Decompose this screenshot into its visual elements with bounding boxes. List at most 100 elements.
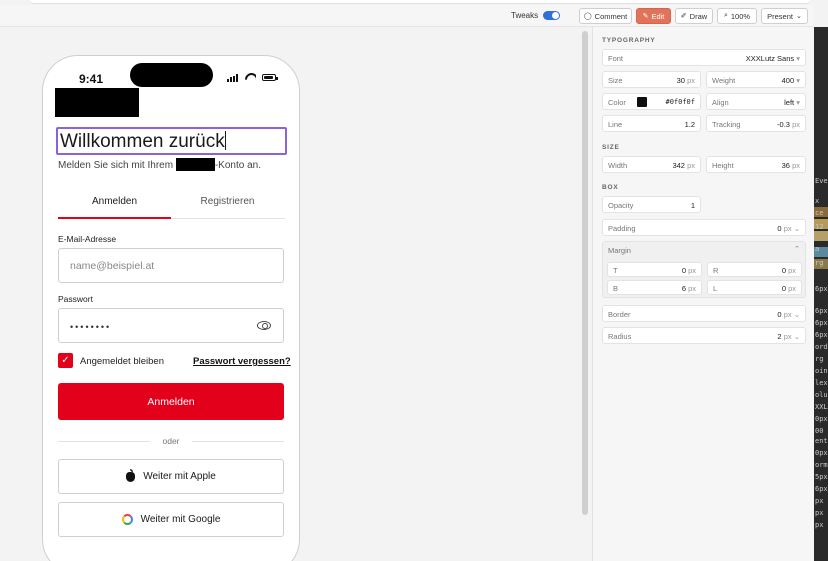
or-divider: oder <box>58 436 284 446</box>
signal-icon <box>227 74 238 82</box>
margin-right-unit: px <box>788 266 796 275</box>
align-label: Align <box>712 98 729 107</box>
edit-button[interactable]: ✎ Edit <box>636 8 671 24</box>
devtools-text-line: rg <box>815 355 824 363</box>
padding-label: Padding <box>608 224 636 233</box>
margin-bottom-field[interactable]: B 6 px <box>607 280 702 295</box>
padding-field[interactable]: Padding 0 px ⌄ <box>602 219 806 236</box>
height-value-number: 36 <box>781 161 790 170</box>
font-weight-select[interactable]: Weight 400 ▾ <box>706 71 806 88</box>
devtools-text-line: orm <box>815 461 828 469</box>
box-heading: BOX <box>602 184 619 191</box>
tab-registrieren[interactable]: Registrieren <box>171 196 284 207</box>
devtools-text-line: px <box>815 497 824 505</box>
height-value: 36 px <box>782 161 800 170</box>
font-value: XXXLutz Sans ▾ <box>746 54 800 63</box>
canvas-scrollbar[interactable] <box>582 31 588 515</box>
text-align-select[interactable]: Align left ▾ <box>706 93 806 110</box>
padding-value-number: 0 <box>777 224 782 233</box>
height-unit: px <box>792 161 800 170</box>
border-unit: px <box>783 310 792 319</box>
color-swatch[interactable] <box>637 97 647 107</box>
opacity-field[interactable]: Opacity 1 <box>602 196 701 213</box>
line-height-field[interactable]: Line 1.2 <box>602 115 701 132</box>
password-input[interactable] <box>70 320 240 334</box>
border-field[interactable]: Border 0 px ⌄ <box>602 305 806 322</box>
margin-left-field[interactable]: L 0 px <box>707 280 802 295</box>
margin-right-value: 0 px <box>782 266 796 275</box>
window-top-strip <box>30 0 810 4</box>
devtools-text-line: 6px <box>815 307 828 315</box>
opacity-value: 1 <box>690 201 695 210</box>
devtools-text-line: ce <box>815 209 824 217</box>
devtools-text-line: 12 <box>815 223 824 231</box>
draw-button[interactable]: ✐ Draw <box>675 8 713 24</box>
radius-value-number: 2 <box>777 332 782 341</box>
password-field[interactable] <box>58 308 284 343</box>
border-label: Border <box>608 310 631 319</box>
devtools-text-line: ord <box>815 343 828 351</box>
devtools-text-line: px <box>815 509 824 517</box>
comment-button-label: Comment <box>594 11 628 21</box>
font-size-field[interactable]: Size 30 px <box>602 71 701 88</box>
devtools-text-line: 6px <box>815 485 828 493</box>
margin-top-field[interactable]: T 0 px <box>607 262 702 277</box>
email-label: E-Mail-Adresse <box>58 234 117 244</box>
line-label: Line <box>608 120 623 129</box>
login-submit-button[interactable]: Anmelden <box>58 383 284 420</box>
margin-left-unit: px <box>788 284 796 293</box>
phone-frame: 9:41 Willkommen zurück Melden Sie sich m… <box>42 55 300 561</box>
continue-with-apple-button[interactable]: Weiter mit Apple <box>58 459 284 494</box>
align-value-text: left <box>784 98 795 107</box>
page-subtitle: Melden Sie sich mit Ihrem -Konto an. <box>58 158 261 171</box>
tracking-label: Tracking <box>712 120 741 129</box>
comment-button[interactable]: ◯ Comment <box>579 8 632 24</box>
color-field[interactable]: Color #0f0f0f <box>602 93 701 110</box>
subtitle-text-start: Melden Sie sich mit Ihrem <box>58 160 174 171</box>
radius-unit: px <box>783 332 792 341</box>
font-select[interactable]: Font XXXLutz Sans ▾ <box>602 49 806 66</box>
tab-anmelden[interactable]: Anmelden <box>58 196 171 207</box>
chevron-down-icon: ⌄ <box>793 332 800 341</box>
height-field[interactable]: Height 36 px <box>706 156 806 173</box>
email-field[interactable] <box>58 248 284 283</box>
margin-right-label: R <box>713 266 719 275</box>
zoom-button[interactable]: ⌕ 100% <box>717 8 757 24</box>
font-label: Font <box>608 54 624 63</box>
chevron-up-icon[interactable]: ⌃ <box>794 245 800 253</box>
width-field[interactable]: Width 342 px <box>602 156 701 173</box>
selected-title-box[interactable]: Willkommen zurück <box>56 127 287 155</box>
remember-me-checkbox[interactable]: ✓ <box>58 353 73 368</box>
tracking-field[interactable]: Tracking -0.3 px <box>706 115 806 132</box>
show-password-eye-icon[interactable] <box>257 321 271 330</box>
chevron-down-icon: ⌄ <box>795 13 802 20</box>
color-value: #0f0f0f <box>665 98 695 106</box>
edit-icon: ✎ <box>642 13 649 20</box>
auth-tabs: Anmelden Registrieren <box>58 189 285 219</box>
radius-value: 2 px ⌄ <box>777 332 800 341</box>
devtools-text-line: 00 <box>815 427 824 435</box>
margin-bottom-unit: px <box>688 284 696 293</box>
page-title[interactable]: Willkommen zurück <box>60 131 226 153</box>
radius-field[interactable]: Radius 2 px ⌄ <box>602 327 806 344</box>
tweaks-toggle[interactable] <box>543 11 560 20</box>
present-button[interactable]: Present ⌄ <box>761 8 808 24</box>
apple-icon <box>126 468 136 482</box>
subtitle-text-end: -Konto an. <box>214 160 261 171</box>
top-toolbar: Tweaks ◯ Comment ✎ Edit ✐ Draw ⌕ 100% Pr… <box>0 5 814 27</box>
size-heading: SIZE <box>602 144 620 151</box>
border-value: 0 px ⌄ <box>777 310 800 319</box>
chevron-down-icon: ▾ <box>796 98 800 107</box>
margin-right-field[interactable]: R 0 px <box>707 262 802 277</box>
color-label: Color <box>608 98 626 107</box>
devtools-strip: Eve x ce 12 a rg 6px 6px 6px 6px ord rg oin lex olu XXL… <box>814 27 828 561</box>
margin-group: Margin ⌃ T 0 px R 0 px B 6 px L 0 px <box>602 241 806 298</box>
margin-top-label: T <box>613 266 618 275</box>
continue-with-google-button[interactable]: Weiter mit Google <box>58 502 284 537</box>
devtools-text-line: 5px <box>815 473 828 481</box>
forgot-password-link[interactable]: Passwort vergessen? <box>193 356 291 367</box>
devtools-text-line: XXL <box>815 403 828 411</box>
width-label: Width <box>608 161 628 170</box>
email-input[interactable] <box>70 259 240 273</box>
width-value: 342 px <box>672 161 695 170</box>
